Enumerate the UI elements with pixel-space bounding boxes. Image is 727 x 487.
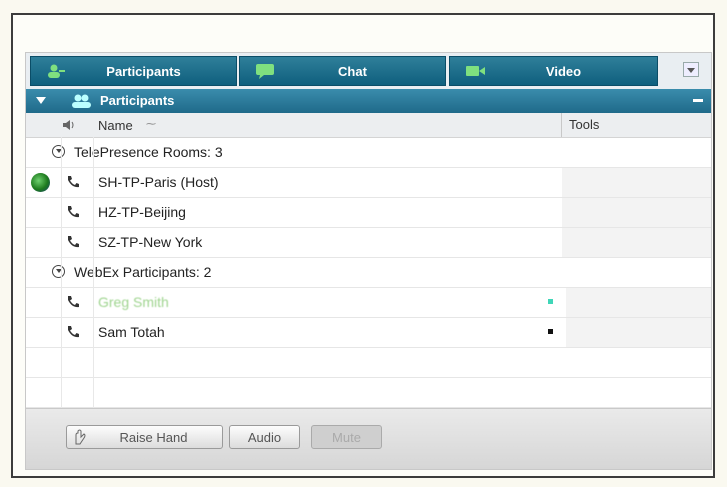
group-label: WebEx Participants: 2	[74, 264, 212, 280]
sort-indicator-icon: ⁓	[146, 119, 156, 130]
webex-panel: Participants Chat Video Participants Nam…	[25, 52, 712, 470]
audio-label: Audio	[247, 429, 282, 445]
tab-chat-label: Chat	[338, 63, 367, 79]
empty-row	[26, 348, 711, 378]
tab-bar: Participants Chat Video	[26, 53, 711, 89]
speaking-indicator	[548, 299, 553, 304]
status-indicator	[548, 329, 553, 334]
minus-icon[interactable]	[693, 99, 703, 102]
panel-title: Participants	[100, 93, 175, 108]
phone-icon	[68, 206, 79, 218]
speaker-icon[interactable]	[62, 118, 76, 132]
group-row-telepresence[interactable]: TelePresence Rooms: 3	[26, 138, 711, 168]
participant-row[interactable]: HZ-TP-Beijing	[26, 198, 711, 228]
host-globe-icon	[31, 173, 50, 192]
collapse-arrow-icon[interactable]	[36, 97, 46, 104]
column-tools: Tools	[569, 117, 600, 132]
phone-icon	[68, 326, 79, 338]
participants-panel-header[interactable]: Participants	[26, 89, 711, 113]
participant-name: Greg Smith	[98, 294, 169, 310]
column-divider	[561, 113, 562, 137]
audio-button[interactable]: Audio	[229, 425, 300, 449]
participant-name: SH-TP-Paris (Host)	[98, 174, 219, 190]
empty-row	[26, 378, 711, 408]
participant-name: HZ-TP-Beijing	[98, 204, 186, 220]
tools-cell	[562, 198, 711, 227]
participant-row[interactable]: SZ-TP-New York	[26, 228, 711, 258]
participant-name: SZ-TP-New York	[98, 234, 203, 250]
mute-label: Mute	[332, 429, 361, 445]
phone-icon	[68, 176, 79, 188]
group-label: TelePresence Rooms: 3	[74, 144, 223, 160]
participant-row[interactable]: SH-TP-Paris (Host)	[26, 168, 711, 198]
tools-cell	[566, 288, 711, 317]
expand-circle-icon[interactable]	[52, 265, 65, 278]
tools-cell	[562, 228, 711, 257]
participant-row[interactable]: Greg Smith	[26, 288, 711, 318]
hand-icon	[75, 429, 86, 445]
column-header: Name ⁓ Tools	[26, 113, 711, 138]
tab-video-label: Video	[545, 63, 582, 79]
tab-menu-dropdown[interactable]	[683, 62, 699, 77]
grid-line	[93, 137, 94, 437]
footer-toolbar: Raise Hand Audio Mute	[26, 408, 711, 469]
tab-participants[interactable]: Participants	[30, 56, 237, 86]
expand-circle-icon[interactable]	[52, 145, 65, 158]
tab-chat[interactable]: Chat	[239, 56, 446, 86]
participant-row[interactable]: Sam Totah	[26, 318, 711, 348]
tools-cell	[566, 318, 711, 347]
participants-group-icon	[72, 94, 91, 108]
tools-cell	[562, 168, 711, 197]
grid-line	[61, 137, 62, 437]
group-row-webex[interactable]: WebEx Participants: 2	[26, 258, 711, 288]
mute-button[interactable]: Mute	[311, 425, 382, 449]
participant-name: Sam Totah	[98, 324, 165, 340]
tab-participants-label: Participants	[106, 63, 181, 79]
phone-icon	[68, 236, 79, 248]
column-name[interactable]: Name	[98, 118, 133, 133]
raise-hand-button[interactable]: Raise Hand	[66, 425, 223, 449]
phone-icon	[68, 296, 79, 308]
tab-video[interactable]: Video	[449, 56, 658, 86]
raise-hand-label: Raise Hand	[119, 429, 188, 445]
